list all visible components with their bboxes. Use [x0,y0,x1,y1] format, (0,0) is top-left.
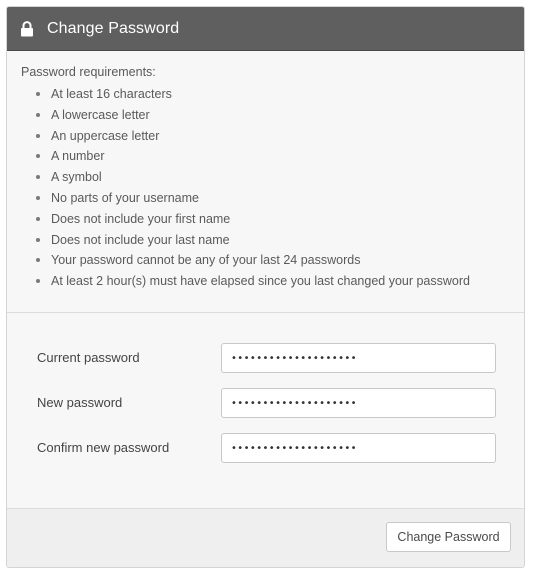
new-password-row: New password [37,388,496,418]
list-item: No parts of your username [36,188,510,209]
lock-icon [20,20,34,37]
current-password-input[interactable] [221,343,496,373]
list-item: At least 16 characters [36,84,510,105]
panel-header: Change Password [7,7,524,51]
new-password-label: New password [37,395,123,410]
confirm-password-label: Confirm new password [37,440,170,455]
password-form: Current password New password Confirm ne… [7,313,524,509]
list-item: A lowercase letter [36,105,510,126]
new-password-input[interactable] [221,388,496,418]
panel-footer: Change Password [7,509,524,567]
change-password-button[interactable]: Change Password [386,522,511,552]
password-requirements: Password requirements: At least 16 chara… [7,51,524,313]
list-item: An uppercase letter [36,126,510,147]
current-password-row: Current password [37,343,496,373]
list-item: A number [36,146,510,167]
change-password-panel: Change Password Password requirements: A… [6,6,525,568]
list-item: At least 2 hour(s) must have elapsed sin… [36,271,510,292]
list-item: Does not include your first name [36,209,510,230]
current-password-label: Current password [37,350,140,365]
requirements-list: At least 16 characters A lowercase lette… [21,84,510,292]
list-item: Your password cannot be any of your last… [36,250,510,271]
list-item: Does not include your last name [36,230,510,251]
confirm-password-row: Confirm new password [37,433,496,463]
confirm-password-input[interactable] [221,433,496,463]
requirements-title: Password requirements: [21,65,156,79]
panel-title: Change Password [47,19,180,37]
list-item: A symbol [36,167,510,188]
